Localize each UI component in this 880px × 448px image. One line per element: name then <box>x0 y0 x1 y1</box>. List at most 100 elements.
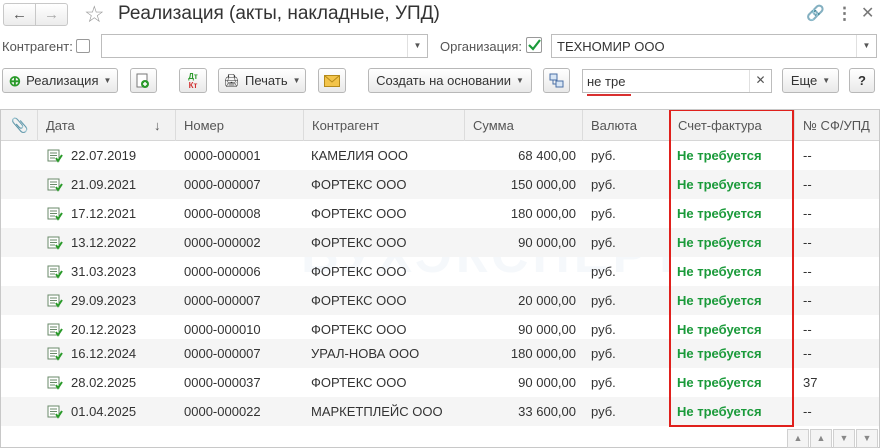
scroll-up-button[interactable]: ▲ <box>810 429 832 448</box>
organization-checkbox[interactable] <box>526 37 542 53</box>
column-invoice-number[interactable]: № СФ/УПД <box>794 110 879 141</box>
cell-date: 31.03.2023 <box>71 264 137 279</box>
cell-sum: 90 000,00 <box>518 375 576 390</box>
table-row[interactable]: 22.07.2019 0000-000001 КАМЕЛИЯ ООО 68 400,0… <box>1 141 879 170</box>
scroll-down-button[interactable]: ▼ <box>833 429 855 448</box>
cell-date: 13.12.2022 <box>71 235 137 250</box>
column-number[interactable]: Номер <box>175 110 303 141</box>
table-row[interactable]: 01.04.2025 0000-000022 МАРКЕТПЛЕЙС ООО 33 6… <box>1 397 879 426</box>
cell-invoice-no: -- <box>803 206 812 221</box>
dt-kt-button[interactable]: Дт Кт <box>179 68 207 93</box>
column-invoice[interactable]: Счет-фактура <box>669 110 794 141</box>
cell-invoice-no: 37 <box>803 375 818 390</box>
table-row[interactable]: 31.03.2023 0000-000006 ФОРТЕКС ООО руб. Не т… <box>1 257 879 286</box>
table-row[interactable]: 21.09.2021 0000-000007 ФОРТЕКС ООО 150 000,… <box>1 170 879 199</box>
cell-number: 0000-000007 <box>184 346 261 361</box>
cell-currency: руб. <box>591 404 616 419</box>
column-date-label: Дата <box>46 118 75 133</box>
more-vertical-icon[interactable]: ⋮ <box>836 4 853 24</box>
column-counterparty[interactable]: Контрагент <box>303 110 464 141</box>
cell-invoice: Не требуется <box>677 346 762 361</box>
cell-invoice-no: -- <box>803 177 812 192</box>
create-based-on-button[interactable]: Создать на основании ▼ <box>368 68 532 93</box>
cell-counterparty: ФОРТЕКС ООО <box>311 264 407 279</box>
structure-button[interactable] <box>543 68 570 93</box>
cell-number: 0000-000002 <box>184 235 261 250</box>
cell-counterparty: ФОРТЕКС ООО <box>311 293 407 308</box>
column-currency[interactable]: Валюта <box>582 110 669 141</box>
cell-currency: руб. <box>591 235 616 250</box>
attachment-column-header[interactable]: 📎 <box>1 110 37 141</box>
cell-currency: руб. <box>591 206 616 221</box>
cell-counterparty: ФОРТЕКС ООО <box>311 375 407 390</box>
email-button[interactable] <box>318 68 346 93</box>
chevron-down-icon: ▼ <box>515 76 524 85</box>
cell-invoice-no: -- <box>803 235 812 250</box>
cell-invoice-no: -- <box>803 264 812 279</box>
table-row[interactable]: 17.12.2021 0000-000008 ФОРТЕКС ООО 180 000,… <box>1 199 879 228</box>
table-row[interactable]: 13.12.2022 0000-000002 ФОРТЕКС ООО 90 000,0… <box>1 228 879 257</box>
posted-document-icon <box>47 347 63 361</box>
printer-icon: 🖨 <box>223 72 240 88</box>
scroll-top-button[interactable]: ▲ <box>787 429 809 448</box>
cell-counterparty: УРАЛ-НОВА ООО <box>311 346 420 361</box>
table-row[interactable]: 29.09.2023 0000-000007 ФОРТЕКС ООО 20 000,0… <box>1 286 879 315</box>
column-sum[interactable]: Сумма <box>464 110 582 141</box>
cell-invoice: Не требуется <box>677 177 762 192</box>
print-label: Печать <box>245 73 288 88</box>
cell-invoice-no: -- <box>803 404 812 419</box>
cell-sum: 90 000,00 <box>518 235 576 250</box>
counterparty-checkbox[interactable] <box>76 39 90 53</box>
cell-date: 01.04.2025 <box>71 404 137 419</box>
cell-sum: 68 400,00 <box>518 148 576 163</box>
organization-select[interactable]: ТЕХНОМИР ООО ▼ <box>551 34 877 58</box>
document-structure-icon <box>549 73 564 88</box>
cell-sum: 150 000,00 <box>510 177 576 192</box>
cell-invoice-no: -- <box>803 148 812 163</box>
cell-sum: 180 000,00 <box>510 206 576 221</box>
cell-sum: 20 000,00 <box>518 293 576 308</box>
posted-document-icon <box>47 265 63 279</box>
cell-sum: 180 000,00 <box>510 346 576 361</box>
star-icon[interactable]: ☆ <box>84 1 105 27</box>
sort-arrow-icon: ↓ <box>154 118 161 133</box>
column-sum-label: Сумма <box>473 118 514 133</box>
copy-button[interactable] <box>130 68 157 93</box>
scroll-bottom-button[interactable]: ▼ <box>856 429 878 448</box>
forward-button[interactable]: → <box>35 3 68 26</box>
column-date[interactable]: Дата ↓ <box>37 110 175 141</box>
clear-icon[interactable]: ✕ <box>749 70 771 92</box>
counterparty-select[interactable]: ▼ <box>101 34 428 58</box>
link-icon[interactable]: 🔗 <box>806 4 825 24</box>
cell-number: 0000-000001 <box>184 148 261 163</box>
cell-counterparty: ФОРТЕКС ООО <box>311 235 407 250</box>
cell-sum: 33 600,00 <box>518 404 576 419</box>
help-button[interactable]: ? <box>849 68 875 93</box>
table-row[interactable]: 28.02.2025 0000-000037 ФОРТЕКС ООО 90 000,0… <box>1 368 879 397</box>
more-button[interactable]: Еще ▼ <box>782 68 839 93</box>
column-number-label: Номер <box>184 118 225 133</box>
cell-date: 17.12.2021 <box>71 206 137 221</box>
close-icon[interactable]: ✕ <box>861 4 874 24</box>
cell-currency: руб. <box>591 148 616 163</box>
title-bar: ← → ☆ Реализация (акты, накладные, УПД) … <box>0 0 880 30</box>
create-based-label: Создать на основании <box>376 73 511 88</box>
posted-document-icon <box>47 149 63 163</box>
print-button[interactable]: 🖨 Печать ▼ <box>218 68 306 93</box>
back-button[interactable]: ← <box>3 3 36 26</box>
cell-date: 21.09.2021 <box>71 177 137 192</box>
chevron-down-icon[interactable]: ▼ <box>856 35 876 57</box>
cell-currency: руб. <box>591 293 616 308</box>
cell-invoice-no: -- <box>803 293 812 308</box>
cell-invoice: Не требуется <box>677 293 762 308</box>
help-label: ? <box>858 73 866 88</box>
cell-date: 16.12.2024 <box>71 346 137 361</box>
realization-label: Реализация <box>26 73 99 88</box>
cell-counterparty: ФОРТЕКС ООО <box>311 177 407 192</box>
search-input[interactable]: не тре ✕ <box>582 69 772 93</box>
cell-invoice: Не требуется <box>677 148 762 163</box>
posted-document-icon <box>47 178 63 192</box>
realization-create-button[interactable]: ⊕ Реализация ▼ <box>2 68 118 93</box>
chevron-down-icon[interactable]: ▼ <box>407 35 427 57</box>
table-row[interactable]: 16.12.2024 0000-000007 УРАЛ-НОВА ООО 180 00… <box>1 339 879 368</box>
